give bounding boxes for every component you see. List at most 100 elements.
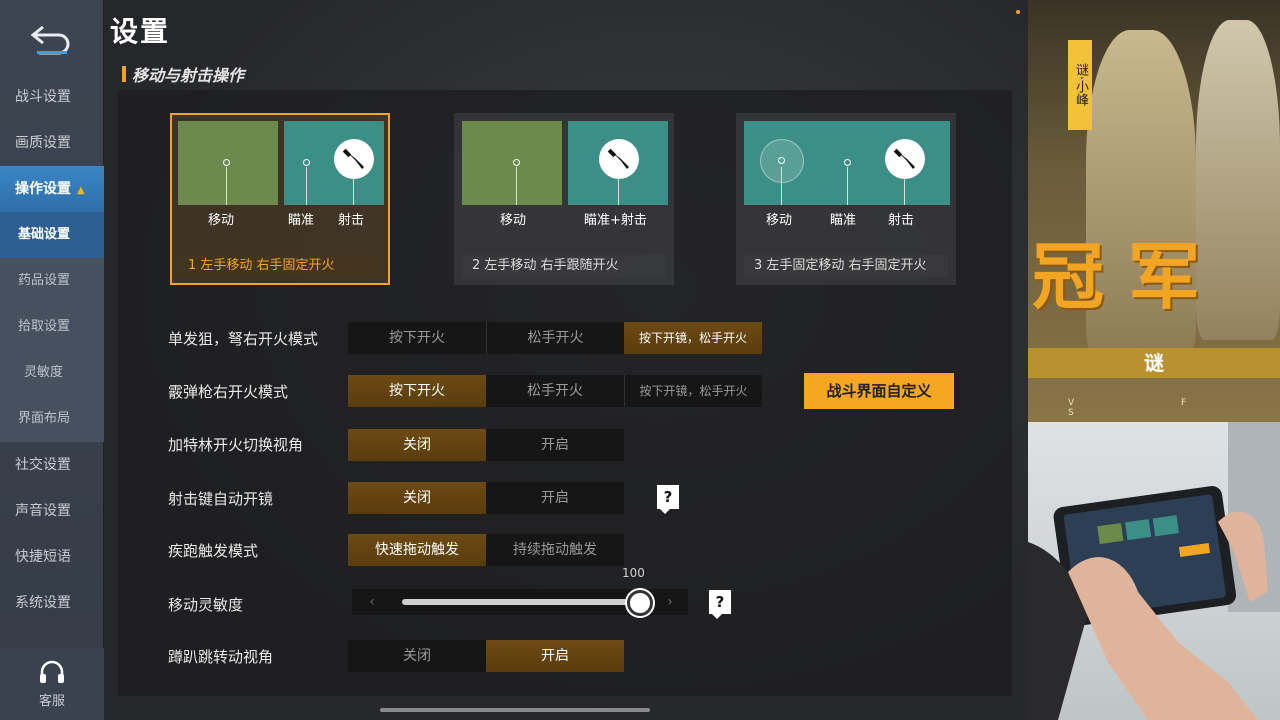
sidebar-item-system[interactable]: 系统设置 (0, 580, 104, 626)
sidebar-item-battle[interactable]: 战斗设置 (0, 74, 104, 120)
crouch-option-off[interactable]: 关闭 (348, 640, 486, 672)
move-stem (781, 167, 782, 205)
aim-dot-icon (844, 159, 851, 166)
slider-increase-icon[interactable]: › (650, 589, 690, 615)
aim-stem (306, 167, 307, 205)
poster-team-tag: 谜 (1028, 348, 1280, 378)
control-mode-2-card[interactable]: 移动 瞄准+射击 2 左手移动 右手跟随开火 (454, 113, 674, 285)
streamer-poster-overlay: 谜·小峰 冠军 谜 V F S (1028, 0, 1280, 422)
sidebar-item-social[interactable]: 社交设置 (0, 442, 104, 488)
mode-label-aim: 瞄准 (288, 213, 315, 228)
shotgun-fire-mode-label: 霰弹枪右开火模式 (168, 383, 289, 401)
move-zone (462, 121, 562, 205)
customer-service-label: 客服 (38, 693, 65, 709)
home-indicator (380, 708, 650, 712)
sprint-option-fast-drag[interactable]: 快速拖动触发 (348, 534, 486, 566)
auto-scope-label: 射击键自动开镜 (168, 490, 274, 508)
caret-up-icon: ▲ (77, 185, 85, 196)
settings-sidebar: 战斗设置 画质设置 操作设置 ▲ 基础设置 药品设置 拾取设置 灵敏度 界面布局 … (0, 0, 104, 720)
sidebar-item-label: 操作设置 (15, 181, 71, 197)
section-title: 移动与射击操作 (122, 62, 244, 86)
mode-label-fire: 射击 (338, 213, 365, 228)
status-dot (1016, 10, 1020, 14)
mode-label-fire: 射击 (888, 213, 915, 228)
sniper-option-release-fire[interactable]: 松手开火 (486, 322, 624, 354)
control-mode-3-card[interactable]: 移动 瞄准 射击 3 左手固定移动 右手固定开火 (736, 113, 956, 285)
gatling-option-off[interactable]: 关闭 (348, 429, 486, 461)
customize-hud-button[interactable]: 战斗界面自定义 (804, 373, 954, 409)
headset-icon (40, 660, 64, 683)
poster-vertical-name: 谜·小峰 (1068, 40, 1092, 130)
sidebar-item-label: 快捷短语 (15, 549, 71, 565)
slider-fill (402, 599, 640, 605)
sidebar-item-label: 系统设置 (15, 595, 71, 611)
sidebar-item-quick-chat[interactable]: 快捷短语 (0, 534, 104, 580)
sidebar-item-label: 拾取设置 (18, 319, 71, 334)
poster-champion-text: 冠军 (1032, 234, 1225, 319)
slider-handle[interactable] (627, 590, 653, 616)
move-dot-icon (223, 159, 230, 166)
move-sensitivity-label: 移动灵敏度 (168, 596, 244, 614)
shotgun-option-scope-release-fire[interactable]: 按下开镜，松手开火 (624, 375, 762, 407)
mode-caption: 3 左手固定移动 右手固定开火 (744, 255, 948, 277)
sidebar-item-label: 界面布局 (18, 411, 71, 426)
sidebar-item-label: 声音设置 (15, 503, 71, 519)
back-arrow-icon (30, 25, 70, 55)
slider-decrease-icon[interactable]: ‹ (352, 589, 392, 615)
aim-dot-icon (303, 159, 310, 166)
sniper-option-press-fire[interactable]: 按下开火 (348, 322, 486, 354)
sidebar-item-label: 画质设置 (15, 135, 71, 151)
back-button[interactable] (0, 8, 104, 68)
gatling-view-label: 加特林开火切换视角 (168, 436, 304, 454)
sidebar-item-graphics[interactable]: 画质设置 (0, 120, 104, 166)
fire-stem (353, 179, 354, 205)
fire-button-icon (599, 139, 639, 179)
sniper-fire-mode-label: 单发狙，弩右开火模式 (168, 330, 319, 348)
mode-label-move: 移动 (766, 213, 793, 228)
sidebar-subitem-layout[interactable]: 界面布局 (0, 396, 104, 442)
move-dot-icon (513, 159, 520, 166)
sidebar-item-label: 社交设置 (15, 457, 71, 473)
sidebar-item-label: 灵敏度 (24, 365, 64, 380)
sprint-trigger-label: 疾跑触发模式 (168, 542, 259, 560)
section-title-text: 移动与射击操作 (132, 66, 245, 85)
sidebar-subitem-sensitivity[interactable]: 灵敏度 (0, 350, 104, 396)
move-stem (226, 167, 227, 205)
game-settings-screen: 战斗设置 画质设置 操作设置 ▲ 基础设置 药品设置 拾取设置 灵敏度 界面布局 … (0, 0, 1280, 720)
slider-value: 100 (622, 566, 645, 580)
sidebar-subitem-basic[interactable]: 基础设置 (0, 212, 104, 258)
help-icon[interactable]: ? (709, 590, 731, 619)
customer-service-button[interactable]: 客服 (0, 648, 104, 720)
sprint-option-hold-drag[interactable]: 持续拖动触发 (486, 534, 624, 566)
mode-caption: 2 左手移动 右手跟随开火 (462, 255, 666, 277)
sidebar-subitem-pickup[interactable]: 拾取设置 (0, 304, 104, 350)
sidebar-item-label: 基础设置 (18, 227, 71, 242)
mode-label-move: 移动 (500, 213, 527, 228)
shotgun-option-release-fire[interactable]: 松手开火 (486, 375, 624, 407)
help-icon[interactable]: ? (657, 485, 679, 514)
move-stem (516, 167, 517, 205)
mode-label-aim: 瞄准 (830, 213, 857, 228)
mode-label-aim-fire: 瞄准+射击 (584, 213, 647, 228)
gatling-option-on[interactable]: 开启 (486, 429, 624, 461)
auto-scope-option-on[interactable]: 开启 (486, 482, 624, 514)
poster-letters: V F S (1068, 398, 1239, 418)
crouch-option-on[interactable]: 开启 (486, 640, 624, 672)
fire-button-icon (334, 139, 374, 179)
sidebar-item-sound[interactable]: 声音设置 (0, 488, 104, 534)
sniper-option-scope-release-fire[interactable]: 按下开镜，松手开火 (624, 322, 762, 354)
sidebar-subitem-medicine[interactable]: 药品设置 (0, 258, 104, 304)
aim-stem (847, 167, 848, 205)
page-title: 设置 (110, 15, 171, 48)
control-mode-1-card[interactable]: 移动 瞄准 射击 1 左手移动 右手固定开火 (170, 113, 390, 285)
fire-stem (904, 179, 905, 205)
hands-tablet-image (1028, 422, 1280, 720)
fire-stem (618, 179, 619, 205)
sidebar-item-label: 药品设置 (18, 273, 71, 288)
fire-button-icon (885, 139, 925, 179)
sidebar-item-controls[interactable]: 操作设置 ▲ (0, 166, 104, 212)
crouch-jump-view-label: 蹲趴跳转动视角 (168, 648, 274, 666)
shotgun-option-press-fire[interactable]: 按下开火 (348, 375, 486, 407)
auto-scope-option-off[interactable]: 关闭 (348, 482, 486, 514)
move-dot-icon (778, 157, 785, 164)
